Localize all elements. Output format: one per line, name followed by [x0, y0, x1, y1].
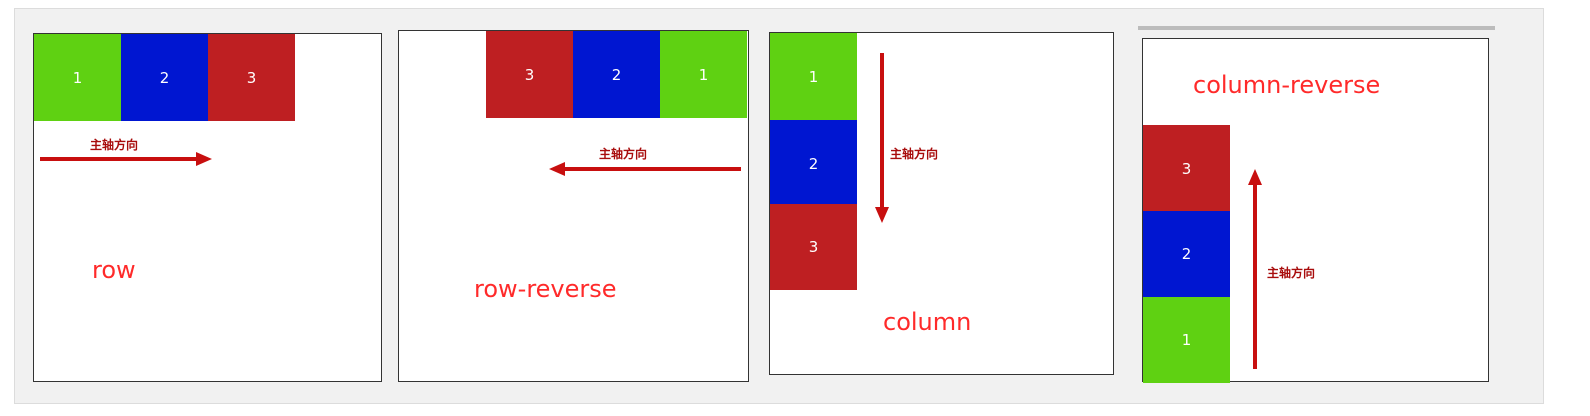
flex-item-3: 3 — [486, 31, 573, 118]
main-axis-arrow-left-icon — [549, 162, 741, 176]
panel-top-bar — [1138, 26, 1495, 30]
flex-item-3: 3 — [1143, 125, 1230, 212]
mode-label-column-reverse: column-reverse — [1193, 71, 1381, 99]
flex-item-1: 1 — [1143, 297, 1230, 383]
flex-item-2: 2 — [1143, 211, 1230, 297]
main-axis-label: 主轴方向 — [1267, 266, 1316, 280]
panel-row: 1 2 3 主轴方向 row — [33, 33, 382, 382]
panel-column: 1 2 3 主轴方向 column — [769, 32, 1114, 375]
main-axis-arrow-up-icon — [1248, 169, 1262, 369]
flex-item-2: 2 — [770, 120, 857, 207]
main-axis-arrow-right-icon — [40, 152, 212, 166]
flex-item-1: 1 — [34, 34, 121, 121]
flex-item-2: 2 — [573, 31, 660, 118]
flex-item-3: 3 — [770, 204, 857, 290]
mode-label-column: column — [883, 308, 972, 336]
flex-item-2: 2 — [121, 34, 208, 121]
flex-item-1: 1 — [770, 33, 857, 120]
main-axis-arrow-down-icon — [875, 53, 889, 223]
panel-column-reverse: column-reverse 3 2 1 主轴方向 — [1142, 38, 1489, 383]
mode-label-row: row — [92, 256, 136, 284]
flex-item-1: 1 — [660, 31, 747, 118]
mode-label-row-reverse: row-reverse — [474, 275, 617, 303]
main-axis-label: 主轴方向 — [890, 147, 939, 161]
panel-row-reverse: 3 2 1 主轴方向 row-reverse — [398, 30, 749, 382]
flex-item-3: 3 — [208, 34, 295, 121]
